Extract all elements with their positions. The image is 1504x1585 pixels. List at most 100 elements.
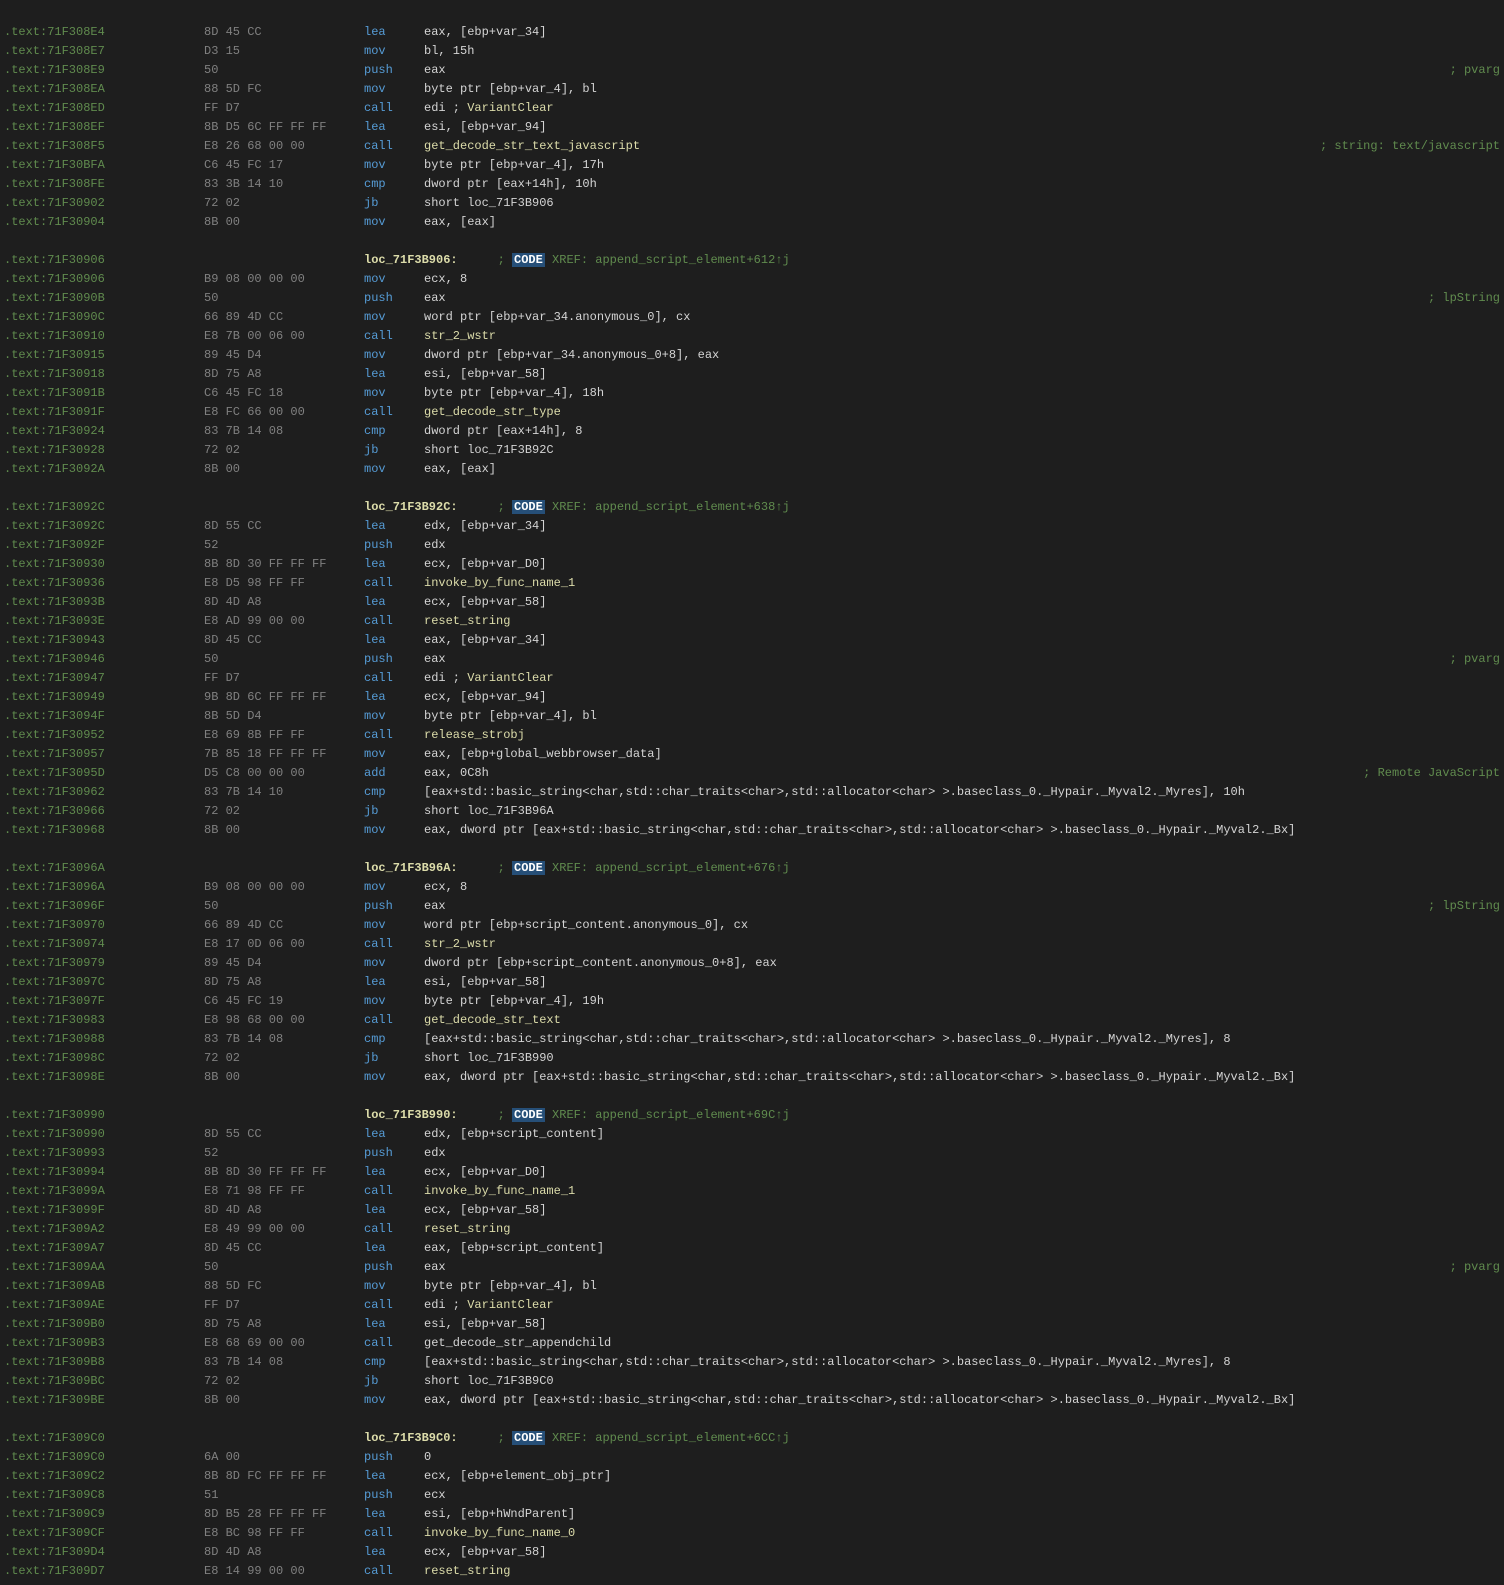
comment: ; pvarg xyxy=(1450,650,1500,669)
bytes: E8 BC 98 FF FF xyxy=(204,1524,364,1543)
mnemonic: push xyxy=(364,650,424,669)
label-name: loc_71F3B96A: xyxy=(364,859,458,878)
mnemonic: lea xyxy=(364,365,424,384)
address: .text:71F308EF xyxy=(4,118,204,137)
address: .text:71F309AE xyxy=(4,1296,204,1315)
address: .text:71F3092C xyxy=(4,517,204,536)
address: .text:71F3099F xyxy=(4,1201,204,1220)
bytes: 88 5D FC xyxy=(204,1277,364,1296)
disasm-line: .text:71F3099AE8 71 98 FF FFcallinvoke_b… xyxy=(0,1182,1504,1201)
disasm-line: .text:71F308E950pusheax; pvarg xyxy=(0,61,1504,80)
disasm-line: .text:71F309C28B 8D FC FF FF FFleaecx, [… xyxy=(0,1467,1504,1486)
disasm-line: .text:71F3096F50pusheax; lpString xyxy=(0,897,1504,916)
bytes: FF D7 xyxy=(204,1296,364,1315)
operands: eax, [ebp+global_webbrowser_data] xyxy=(424,745,1500,764)
bytes: 8D 45 CC xyxy=(204,1239,364,1258)
bytes: E8 FC 66 00 00 xyxy=(204,403,364,422)
disasm-line: .text:71F3090C66 89 4D CCmovword ptr [eb… xyxy=(0,308,1504,327)
address: .text:71F30918 xyxy=(4,365,204,384)
mnemonic: mov xyxy=(364,1068,424,1087)
disasm-line: .text:71F30983E8 98 68 00 00callget_deco… xyxy=(0,1011,1504,1030)
mnemonic: jb xyxy=(364,1372,424,1391)
disasm-line: .text:71F309688B 00moveax, dword ptr [ea… xyxy=(0,821,1504,840)
bytes: 8D 55 CC xyxy=(204,1125,364,1144)
disasm-line: .text:71F309577B 85 18 FF FF FFmoveax, [… xyxy=(0,745,1504,764)
operands: [eax+std::basic_string<char,std::char_tr… xyxy=(424,1353,1500,1372)
disasm-line: .text:71F3091589 45 D4movdword ptr [ebp+… xyxy=(0,346,1504,365)
bytes: 8B 00 xyxy=(204,1068,364,1087)
function-name: invoke_by_func_name_1 xyxy=(424,1184,575,1198)
disasm-line: .text:71F3099352pushedx xyxy=(0,1144,1504,1163)
function-name: release_strobj xyxy=(424,728,525,742)
bytes: E8 AD 99 00 00 xyxy=(204,612,364,631)
operands: reset_string xyxy=(424,612,1500,631)
disasm-line: .text:71F3094650pusheax ; pvarg xyxy=(0,650,1504,669)
operands: edx, [ebp+script_content] xyxy=(424,1125,1500,1144)
comment: ; string: text/javascript xyxy=(1320,137,1500,156)
mnemonic: call xyxy=(364,935,424,954)
operands: ecx, [ebp+var_94] xyxy=(424,688,1500,707)
mnemonic: mov xyxy=(364,270,424,289)
operands: 0 xyxy=(424,1448,1500,1467)
address: .text:71F30994 xyxy=(4,1163,204,1182)
operands: edx, [ebp+var_34] xyxy=(424,517,1500,536)
mnemonic: call xyxy=(364,1524,424,1543)
operands: ecx, [ebp+var_58] xyxy=(424,593,1500,612)
function-name: reset_string xyxy=(424,1222,510,1236)
mnemonic: push xyxy=(364,1448,424,1467)
operands: get_decode_str_appendchild xyxy=(424,1334,1500,1353)
address: .text:71F309C0 xyxy=(4,1448,204,1467)
address: .text:71F30979 xyxy=(4,954,204,973)
address: .text:71F30BFA xyxy=(4,156,204,175)
mnemonic: mov xyxy=(364,384,424,403)
mnemonic: lea xyxy=(364,555,424,574)
bytes: 8D 4D A8 xyxy=(204,593,364,612)
operands: reset_string xyxy=(424,1220,1500,1239)
mnemonic: push xyxy=(364,61,424,80)
mnemonic: lea xyxy=(364,1125,424,1144)
address: .text:71F30946 xyxy=(4,650,204,669)
operands: eax xyxy=(424,650,1442,669)
operands: ecx, 8 xyxy=(424,270,1500,289)
address: .text:71F30928 xyxy=(4,441,204,460)
mnemonic: mov xyxy=(364,346,424,365)
mnemonic: call xyxy=(364,137,424,156)
bytes: C6 45 FC 17 xyxy=(204,156,364,175)
disasm-line: .text:71F309499B 8D 6C FF FF FFleaecx, [… xyxy=(0,688,1504,707)
mnemonic: jb xyxy=(364,194,424,213)
operands: get_decode_str_text_javascript xyxy=(424,137,1312,156)
address: .text:71F309C2 xyxy=(4,1467,204,1486)
address: .text:71F3098E xyxy=(4,1068,204,1087)
bytes: B9 08 00 00 00 xyxy=(204,878,364,897)
disasm-line: .text:71F3092483 7B 14 08cmpdword ptr [e… xyxy=(0,422,1504,441)
cref-comment: ; CODE XREF: append_script_element+612↑j xyxy=(498,251,790,270)
address: .text:71F308E7 xyxy=(4,42,204,61)
mnemonic: mov xyxy=(364,308,424,327)
address: .text:71F309AA xyxy=(4,1258,204,1277)
address: .text:71F30962 xyxy=(4,783,204,802)
mnemonic: call xyxy=(364,1011,424,1030)
bytes: 66 89 4D CC xyxy=(204,308,364,327)
bytes: 50 xyxy=(204,650,364,669)
bytes: FF D7 xyxy=(204,99,364,118)
code-highlight: CODE xyxy=(512,253,545,267)
operands: invoke_by_func_name_0 xyxy=(424,1524,1500,1543)
operands: eax, [ebp+script_content] xyxy=(424,1239,1500,1258)
address: .text:71F3090C xyxy=(4,308,204,327)
operands: byte ptr [ebp+var_4], 18h xyxy=(424,384,1500,403)
address: .text:71F30943 xyxy=(4,631,204,650)
function-name: get_decode_str_text xyxy=(424,1013,561,1027)
bytes: 52 xyxy=(204,1144,364,1163)
mnemonic: mov xyxy=(364,42,424,61)
bytes: D5 C8 00 00 00 xyxy=(204,764,364,783)
disasm-line: .text:71F3098E8B 00moveax, dword ptr [ea… xyxy=(0,1068,1504,1087)
operands: edi ; VariantClear xyxy=(424,1296,1500,1315)
operands: reset_string xyxy=(424,1562,1500,1581)
operands: get_decode_str_text xyxy=(424,1011,1500,1030)
bytes: 8D 4D A8 xyxy=(204,1201,364,1220)
operands: esi, [ebp+hWndParent] xyxy=(424,1505,1500,1524)
operands: edx xyxy=(424,1144,1500,1163)
disasm-line: .text:71F308FE83 3B 14 10cmpdword ptr [e… xyxy=(0,175,1504,194)
bytes: 66 89 4D CC xyxy=(204,916,364,935)
operands: byte ptr [ebp+var_4], bl xyxy=(424,1277,1500,1296)
